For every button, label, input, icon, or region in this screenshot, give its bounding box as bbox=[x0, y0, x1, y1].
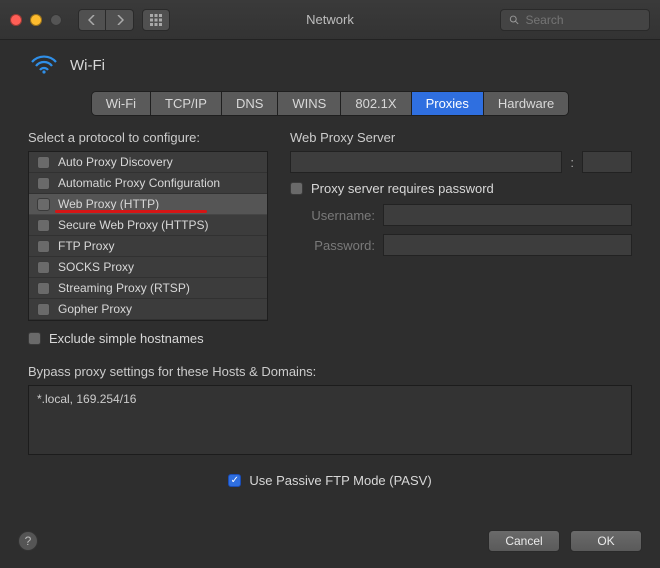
proxy-host-input[interactable] bbox=[290, 151, 562, 173]
chevron-left-icon bbox=[88, 15, 96, 25]
protocol-checkbox[interactable] bbox=[37, 261, 50, 274]
protocol-checkbox[interactable] bbox=[37, 219, 50, 232]
protocol-label: Web Proxy (HTTP) bbox=[58, 197, 159, 211]
exclude-hostnames-label: Exclude simple hostnames bbox=[49, 331, 204, 346]
tab-tcp-ip[interactable]: TCP/IP bbox=[151, 92, 222, 115]
minimize-window-icon[interactable] bbox=[30, 14, 42, 26]
window-controls bbox=[10, 14, 62, 26]
protocol-list[interactable]: Auto Proxy Discovery Automatic Proxy Conf… bbox=[28, 151, 268, 321]
protocol-checkbox[interactable] bbox=[37, 282, 50, 295]
protocol-checkbox[interactable] bbox=[37, 240, 50, 253]
protocol-label: Streaming Proxy (RTSP) bbox=[58, 281, 190, 295]
protocol-row[interactable]: Secure Web Proxy (HTTPS) bbox=[29, 215, 267, 236]
protocol-checkbox[interactable] bbox=[37, 198, 50, 211]
protocol-row[interactable]: Automatic Proxy Configuration bbox=[29, 173, 267, 194]
protocol-label: Secure Web Proxy (HTTPS) bbox=[58, 218, 208, 232]
tab-hardware[interactable]: Hardware bbox=[484, 92, 568, 115]
protocol-row[interactable]: Streaming Proxy (RTSP) bbox=[29, 278, 267, 299]
passive-ftp-label: Use Passive FTP Mode (PASV) bbox=[249, 473, 431, 488]
forward-button[interactable] bbox=[106, 9, 134, 31]
tab-proxies[interactable]: Proxies bbox=[412, 92, 484, 115]
highlight-underline bbox=[55, 210, 207, 213]
help-button[interactable]: ? bbox=[18, 531, 38, 551]
host-port-separator: : bbox=[570, 155, 574, 170]
bypass-textarea[interactable] bbox=[28, 385, 632, 455]
protocol-label: Automatic Proxy Configuration bbox=[58, 176, 220, 190]
tab-wins[interactable]: WINS bbox=[278, 92, 341, 115]
search-input[interactable] bbox=[526, 13, 642, 27]
proxy-server-title: Web Proxy Server bbox=[290, 130, 632, 145]
cancel-button[interactable]: Cancel bbox=[488, 530, 560, 552]
back-button[interactable] bbox=[78, 9, 106, 31]
nav-buttons bbox=[78, 9, 134, 31]
tab-802-1x[interactable]: 802.1X bbox=[341, 92, 411, 115]
grid-icon bbox=[150, 14, 162, 26]
protocol-row[interactable]: Web Proxy (HTTP) bbox=[29, 194, 267, 215]
username-label: Username: bbox=[290, 208, 375, 223]
zoom-window-icon[interactable] bbox=[50, 14, 62, 26]
protocol-row[interactable]: FTP Proxy bbox=[29, 236, 267, 257]
password-input bbox=[383, 234, 632, 256]
protocol-checkbox[interactable] bbox=[37, 156, 50, 169]
protocol-list-label: Select a protocol to configure: bbox=[28, 130, 268, 145]
protocol-label: Gopher Proxy bbox=[58, 302, 132, 316]
pane-header: Wi-Fi bbox=[0, 40, 660, 81]
page-title: Wi-Fi bbox=[70, 57, 105, 74]
protocol-checkbox[interactable] bbox=[37, 303, 50, 316]
main-content: Select a protocol to configure: Auto Pro… bbox=[0, 130, 660, 321]
protocol-label: SOCKS Proxy bbox=[58, 260, 134, 274]
exclude-hostnames-checkbox[interactable] bbox=[28, 332, 41, 345]
ok-button[interactable]: OK bbox=[570, 530, 642, 552]
show-all-button[interactable] bbox=[142, 9, 170, 31]
requires-password-checkbox[interactable] bbox=[290, 182, 303, 195]
passive-ftp-checkbox[interactable] bbox=[228, 474, 241, 487]
search-field[interactable] bbox=[500, 9, 650, 31]
bypass-label: Bypass proxy settings for these Hosts & … bbox=[0, 350, 660, 385]
protocol-row[interactable]: Gopher Proxy bbox=[29, 299, 267, 320]
footer: ? Cancel OK bbox=[0, 518, 660, 568]
titlebar: Network bbox=[0, 0, 660, 40]
protocol-row[interactable]: Auto Proxy Discovery bbox=[29, 152, 267, 173]
username-input bbox=[383, 204, 632, 226]
tab-dns[interactable]: DNS bbox=[222, 92, 278, 115]
protocol-checkbox[interactable] bbox=[37, 177, 50, 190]
proxy-port-input[interactable] bbox=[582, 151, 632, 173]
protocol-row[interactable]: SOCKS Proxy bbox=[29, 257, 267, 278]
tab-bar: Wi-FiTCP/IPDNSWINS802.1XProxiesHardware bbox=[0, 81, 660, 130]
wifi-icon bbox=[30, 54, 58, 77]
requires-password-label: Proxy server requires password bbox=[311, 181, 494, 196]
protocol-label: Auto Proxy Discovery bbox=[58, 155, 173, 169]
close-window-icon[interactable] bbox=[10, 14, 22, 26]
chevron-right-icon bbox=[116, 15, 124, 25]
search-icon bbox=[509, 14, 520, 26]
password-label: Password: bbox=[290, 238, 375, 253]
tab-wi-fi[interactable]: Wi-Fi bbox=[92, 92, 151, 115]
protocol-label: FTP Proxy bbox=[58, 239, 114, 253]
